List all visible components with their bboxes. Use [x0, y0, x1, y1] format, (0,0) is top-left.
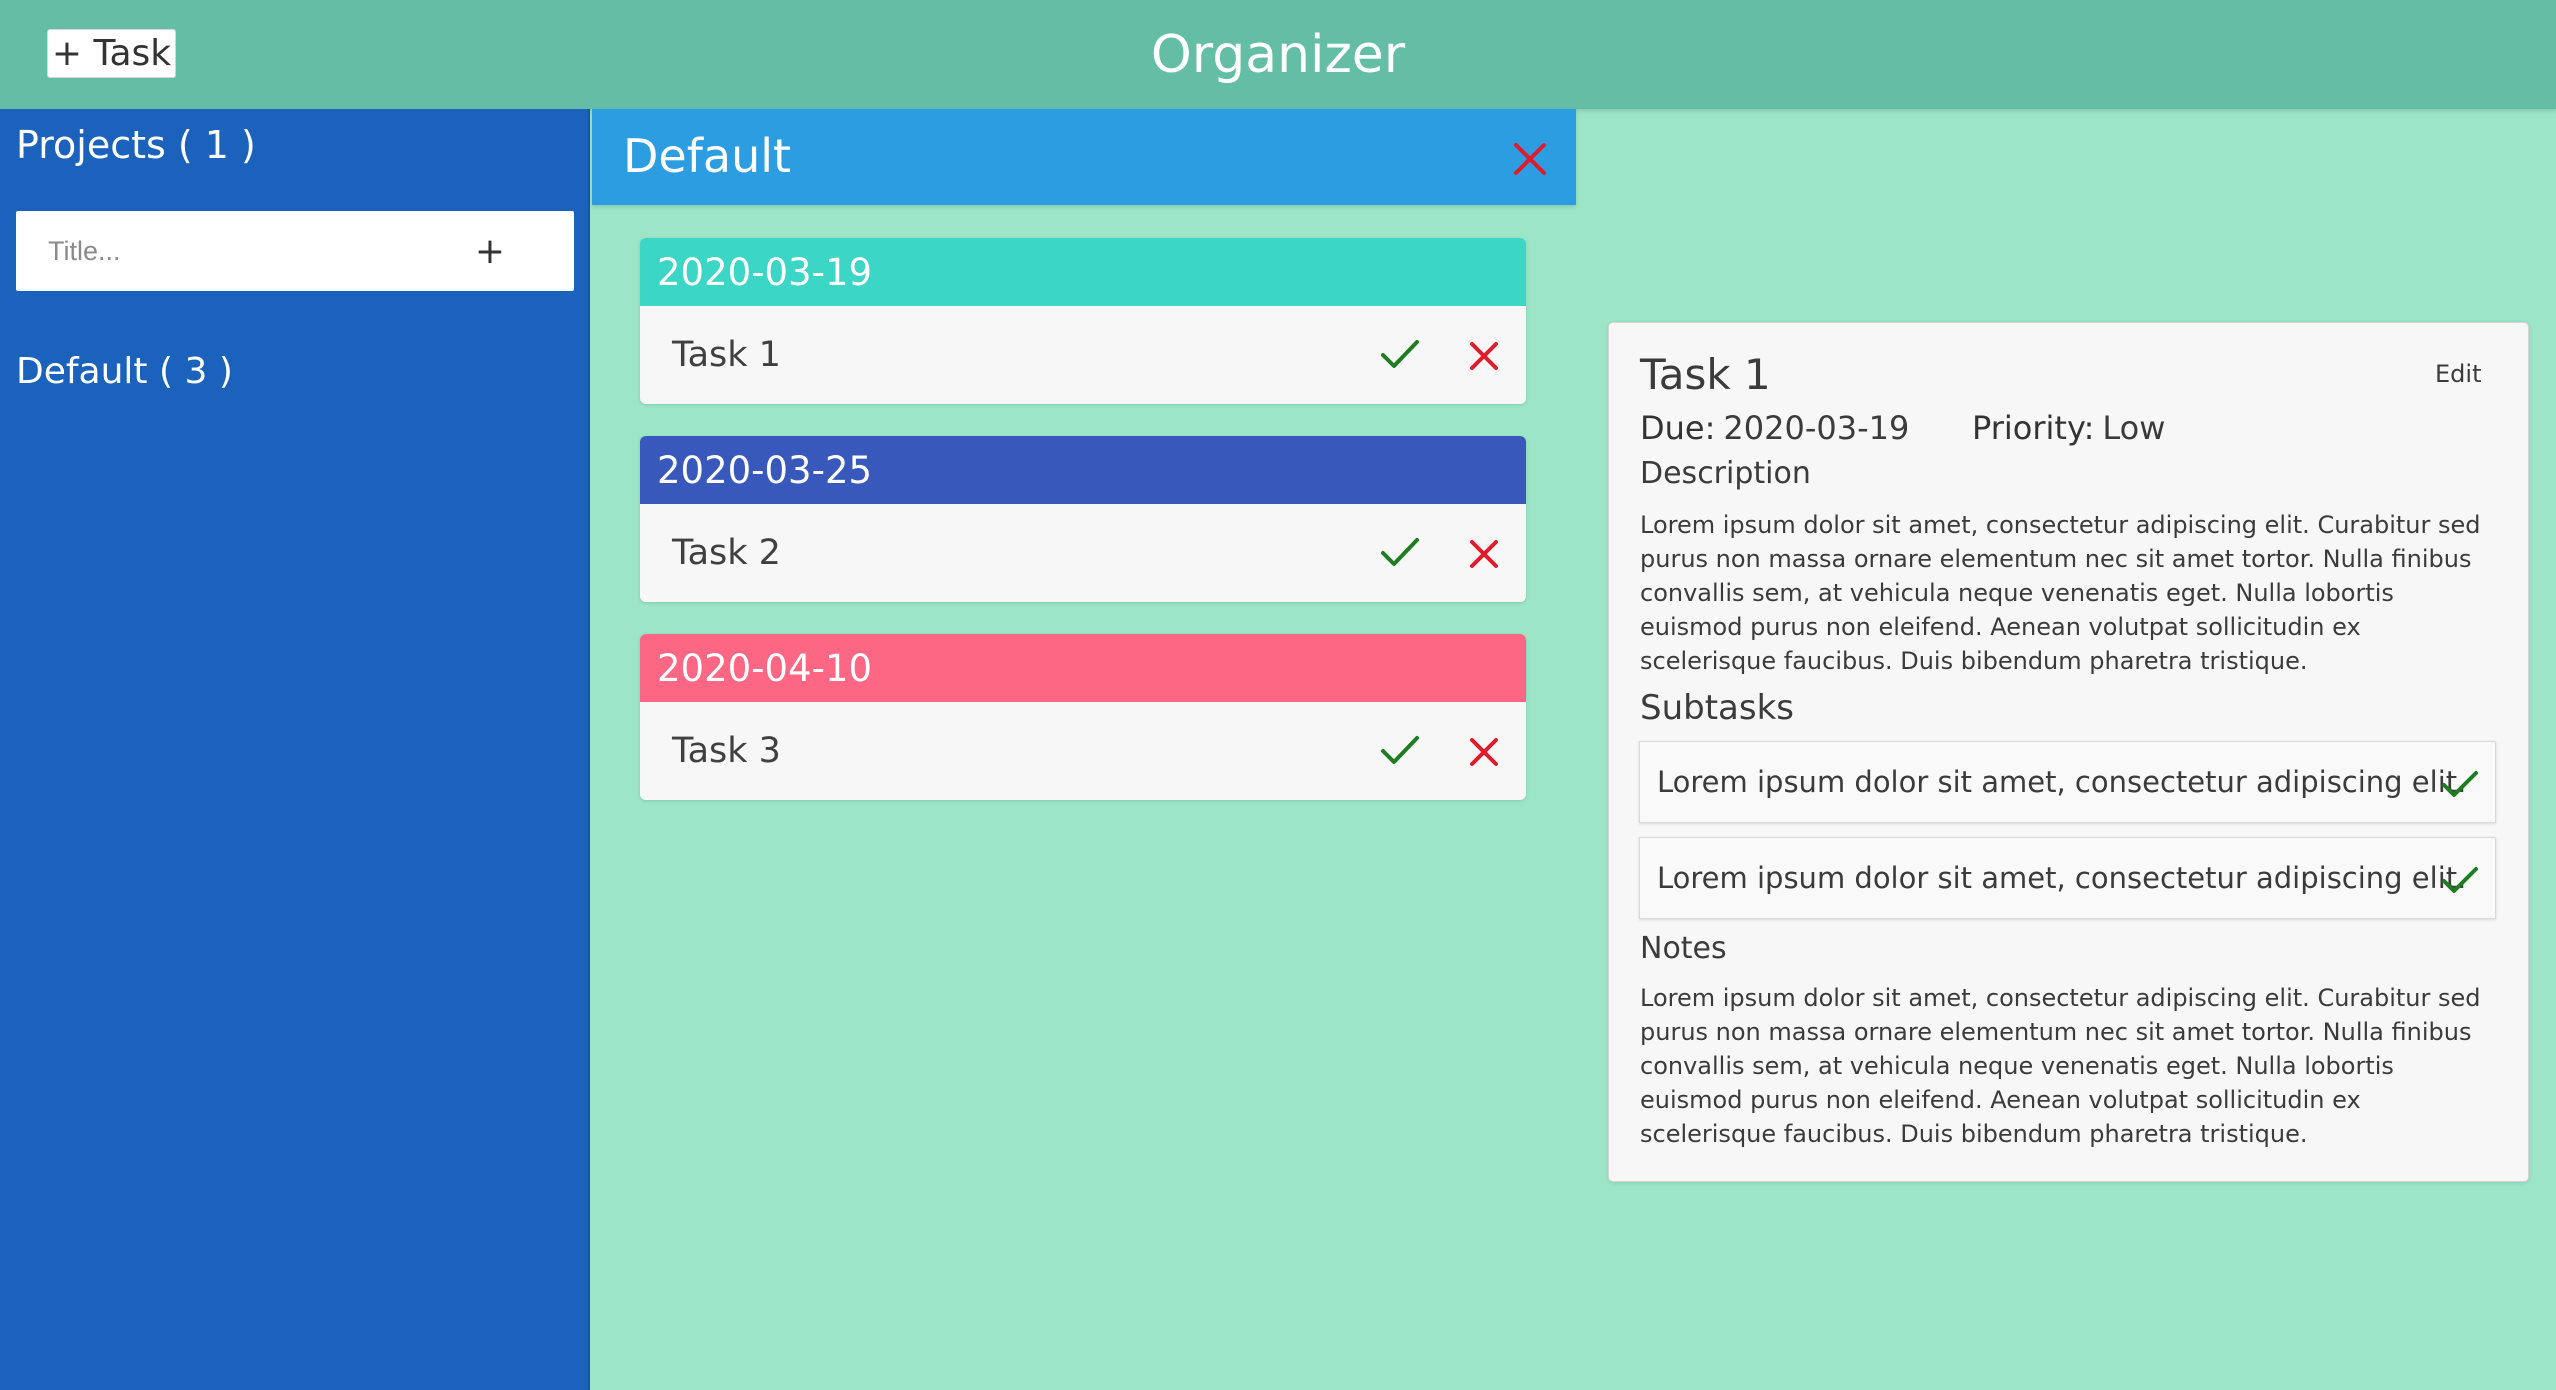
description-text: Lorem ipsum dolor sit amet, consectetur …: [1640, 511, 2481, 675]
close-icon[interactable]: [1469, 539, 1499, 569]
task-title[interactable]: Task 3: [672, 702, 781, 800]
new-project-form: +: [16, 211, 574, 291]
edit-button[interactable]: Edit: [2435, 360, 2481, 388]
notes-heading: Notes: [1640, 931, 1727, 966]
subtask-text: Lorem ipsum dolor sit amet, consectetur …: [1657, 765, 2467, 799]
notes-text: Lorem ipsum dolor sit amet, consectetur …: [1640, 984, 2481, 1148]
add-project-button[interactable]: +: [456, 211, 524, 291]
app-header: Organizer + Task: [0, 0, 2556, 109]
projects-heading: Projects ( 1 ): [16, 123, 256, 167]
check-icon[interactable]: [1380, 734, 1420, 768]
sidebar-item-default[interactable]: Default ( 3 ): [16, 351, 233, 392]
check-icon[interactable]: [1380, 338, 1420, 372]
project-header: Default: [592, 109, 1576, 205]
close-icon[interactable]: [1469, 737, 1499, 767]
sidebar: Projects ( 1 ) + Default ( 3 ): [0, 109, 590, 1390]
task-card: 2020-04-10 Task 3: [640, 634, 1526, 800]
due-date: Due: 2020-03-19: [1640, 409, 1909, 447]
task-date: 2020-04-10: [640, 634, 1526, 702]
priority-label: Priority:: [1972, 409, 2095, 447]
priority-value: Low: [2102, 409, 2166, 447]
close-project-icon[interactable]: [1512, 141, 1548, 177]
check-icon[interactable]: [2441, 770, 2479, 800]
subtask-item: Lorem ipsum dolor sit amet, consectetur …: [1639, 741, 2496, 823]
description-heading: Description: [1640, 456, 1811, 491]
app-title: Organizer: [1150, 24, 1406, 85]
task-detail-panel: Task 1 Edit Due: 2020-03-19 Priority: Lo…: [1608, 322, 2529, 1182]
task-title[interactable]: Task 2: [672, 504, 781, 602]
task-date: 2020-03-25: [640, 436, 1526, 504]
task-date: 2020-03-19: [640, 238, 1526, 306]
detail-title: Task 1: [1640, 350, 1771, 399]
project-title-input[interactable]: [16, 211, 456, 291]
subtask-text: Lorem ipsum dolor sit amet, consectetur …: [1657, 861, 2467, 895]
priority: Priority: Low: [1972, 409, 2165, 447]
check-icon[interactable]: [1380, 536, 1420, 570]
task-card: 2020-03-25 Task 2: [640, 436, 1526, 602]
check-icon[interactable]: [2441, 866, 2479, 896]
due-label: Due:: [1640, 409, 1716, 447]
subtasks-heading: Subtasks: [1640, 688, 1794, 728]
add-task-button[interactable]: + Task: [47, 29, 176, 78]
task-title[interactable]: Task 1: [672, 306, 781, 404]
subtask-item: Lorem ipsum dolor sit amet, consectetur …: [1639, 837, 2496, 919]
project-title: Default: [623, 129, 792, 183]
due-value: 2020-03-19: [1723, 409, 1910, 447]
task-card: 2020-03-19 Task 1: [640, 238, 1526, 404]
close-icon[interactable]: [1469, 341, 1499, 371]
